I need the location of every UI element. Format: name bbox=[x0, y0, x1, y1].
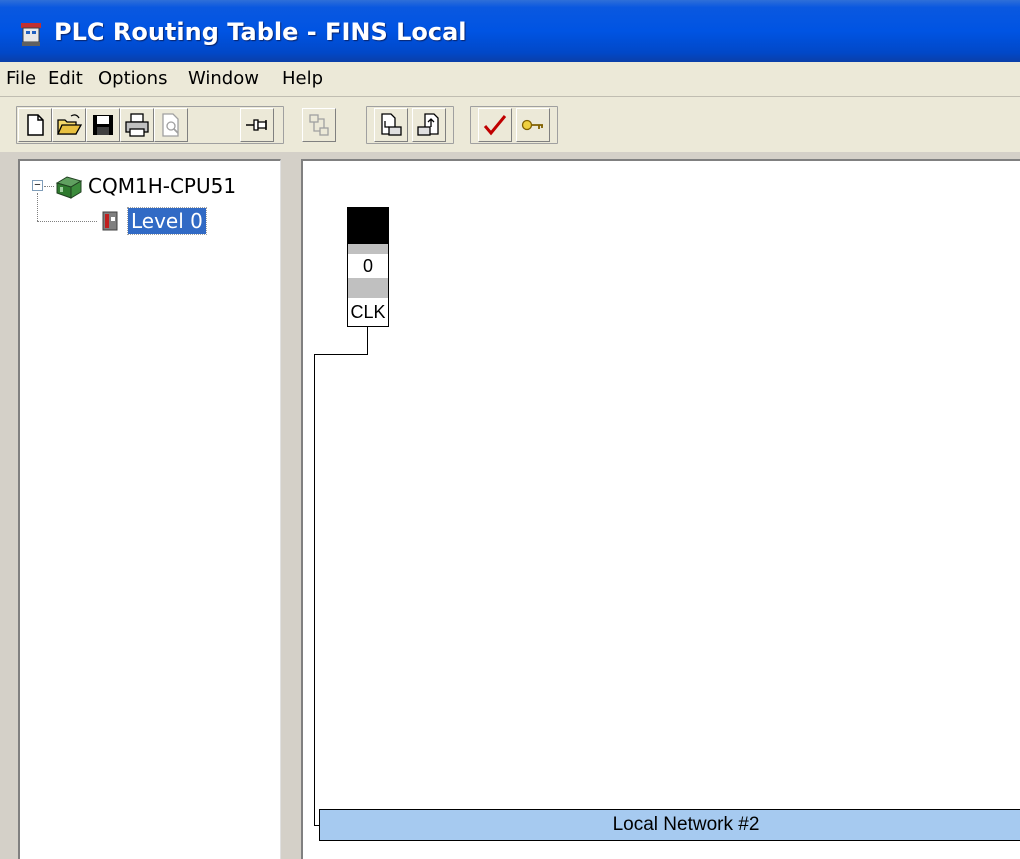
transfer-from-plc-button[interactable] bbox=[412, 108, 446, 142]
plc-icon bbox=[55, 176, 83, 199]
unit-strip bbox=[348, 244, 388, 254]
key-button[interactable] bbox=[516, 108, 550, 142]
new-icon bbox=[27, 114, 44, 136]
connection-wire bbox=[314, 354, 315, 825]
open-button[interactable] bbox=[52, 108, 86, 142]
unit-header bbox=[348, 208, 388, 244]
print-button[interactable] bbox=[120, 108, 154, 142]
tree-connector bbox=[37, 193, 38, 221]
print-preview-button[interactable] bbox=[154, 108, 188, 142]
title-bar[interactable]: PLC Routing Table - FINS Local bbox=[0, 0, 1020, 62]
local-network-bar[interactable]: Local Network #2 bbox=[319, 809, 1020, 841]
pin-icon bbox=[246, 119, 267, 131]
tree-item-level-0[interactable]: Level 0 bbox=[127, 207, 207, 235]
menu-options[interactable]: Options bbox=[98, 62, 167, 96]
tree-connector bbox=[37, 221, 97, 222]
menu-file[interactable]: File bbox=[6, 62, 36, 96]
network-diagram[interactable]: 0 CLK Local Network #2 bbox=[301, 159, 1020, 859]
menu-bar: File Edit Options Window Help bbox=[0, 62, 1020, 97]
menu-help[interactable]: Help bbox=[282, 62, 323, 96]
toolbar bbox=[0, 97, 1020, 152]
save-button[interactable] bbox=[86, 108, 120, 142]
network-settings-icon bbox=[309, 114, 329, 136]
transfer-to-plc-icon bbox=[381, 113, 402, 136]
key-icon bbox=[521, 119, 543, 131]
print-icon bbox=[125, 113, 149, 137]
window-title: PLC Routing Table - FINS Local bbox=[54, 18, 467, 46]
unit-label: CLK bbox=[348, 298, 388, 326]
tree-item-cqm1h-cpu51[interactable]: CQM1H-CPU51 bbox=[88, 173, 236, 199]
unit-node-number: 0 bbox=[352, 254, 384, 278]
level-icon bbox=[102, 211, 118, 231]
open-icon bbox=[56, 114, 83, 135]
print-preview-icon bbox=[162, 113, 179, 137]
menu-window[interactable]: Window bbox=[188, 62, 259, 96]
check-icon bbox=[483, 115, 507, 136]
app-icon bbox=[21, 23, 41, 46]
transfer-from-plc-icon bbox=[417, 113, 439, 136]
collapse-icon[interactable]: − bbox=[32, 180, 43, 191]
transfer-to-plc-button[interactable] bbox=[374, 108, 408, 142]
tree-connector bbox=[44, 186, 54, 187]
menu-edit[interactable]: Edit bbox=[48, 62, 83, 96]
connection-wire bbox=[367, 327, 368, 355]
tree-view[interactable]: − CQM1H-CPU51 Level 0 bbox=[18, 159, 281, 859]
check-button[interactable] bbox=[478, 108, 512, 142]
save-icon bbox=[93, 115, 113, 135]
pane-splitter[interactable] bbox=[281, 152, 301, 859]
new-button[interactable] bbox=[18, 108, 52, 142]
pin-button[interactable] bbox=[240, 108, 274, 142]
network-settings-button[interactable] bbox=[302, 108, 336, 142]
connection-wire bbox=[314, 354, 368, 355]
unit-strip bbox=[348, 278, 388, 298]
plc-unit[interactable]: 0 CLK bbox=[347, 207, 389, 327]
